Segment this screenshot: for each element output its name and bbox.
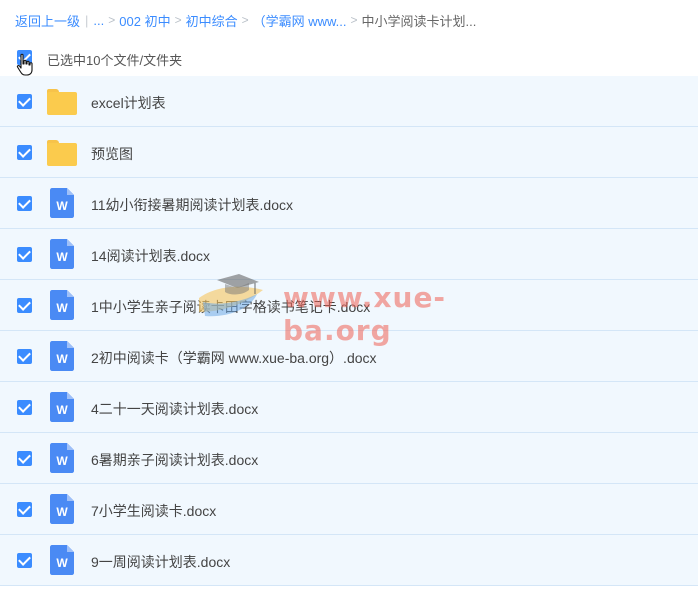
selection-bar: 已选中10个文件/文件夹 bbox=[0, 44, 698, 76]
list-item[interactable]: excel计划表 bbox=[0, 76, 698, 127]
file-name[interactable]: 11幼小衔接暑期阅读计划表.docx bbox=[91, 195, 293, 215]
breadcrumb-item[interactable]: 002 初中 bbox=[119, 11, 170, 30]
folder-icon bbox=[47, 140, 77, 166]
file-name[interactable]: 6暑期亲子阅读计划表.docx bbox=[91, 450, 258, 470]
file-checkbox[interactable] bbox=[17, 298, 32, 313]
svg-text:W: W bbox=[56, 352, 68, 366]
word-doc-icon: W bbox=[47, 494, 77, 524]
list-item[interactable]: W 4二十一天阅读计划表.docx bbox=[0, 382, 698, 433]
folder-icon bbox=[47, 89, 77, 115]
svg-text:W: W bbox=[56, 199, 68, 213]
breadcrumb: 返回上一级 | ... > 002 初中 > 初中综合 > （学霸网 www..… bbox=[15, 11, 476, 29]
word-doc-icon: W bbox=[47, 239, 77, 269]
file-name[interactable]: 7小学生阅读卡.docx bbox=[91, 501, 216, 521]
breadcrumb-divider: | bbox=[85, 12, 89, 28]
svg-text:W: W bbox=[56, 250, 68, 264]
chevron-right-icon: > bbox=[108, 13, 116, 27]
file-name[interactable]: 2初中阅读卡（学霸网 www.xue-ba.org）.docx bbox=[91, 348, 377, 368]
file-checkbox[interactable] bbox=[17, 400, 32, 415]
file-checkbox[interactable] bbox=[17, 145, 32, 160]
list-item[interactable]: W 6暑期亲子阅读计划表.docx bbox=[0, 433, 698, 484]
svg-text:W: W bbox=[56, 454, 68, 468]
breadcrumb-current: 中小学阅读卡计划... bbox=[361, 13, 477, 29]
file-name[interactable]: 4二十一天阅读计划表.docx bbox=[91, 399, 258, 419]
hand-cursor-icon bbox=[16, 53, 33, 76]
file-checkbox[interactable] bbox=[17, 94, 32, 109]
word-doc-icon: W bbox=[47, 341, 77, 371]
file-checkbox[interactable] bbox=[17, 247, 32, 262]
list-item[interactable]: W 7小学生阅读卡.docx bbox=[0, 484, 698, 535]
word-doc-icon: W bbox=[47, 290, 77, 320]
file-checkbox[interactable] bbox=[17, 553, 32, 568]
list-item[interactable]: W 1中小学生亲子阅读卡田字格读书笔记卡.docx bbox=[0, 280, 698, 331]
svg-text:W: W bbox=[56, 403, 68, 417]
back-link[interactable]: 返回上一级 bbox=[15, 11, 80, 30]
file-list: excel计划表 预览图 W 11幼小衔接暑期阅读计划表.docx W 14阅读… bbox=[0, 76, 698, 586]
file-checkbox[interactable] bbox=[17, 349, 32, 364]
chevron-right-icon: > bbox=[174, 13, 182, 27]
file-name[interactable]: 预览图 bbox=[91, 144, 133, 164]
file-name[interactable]: 1中小学生亲子阅读卡田字格读书笔记卡.docx bbox=[91, 297, 370, 317]
file-name[interactable]: 9一周阅读计划表.docx bbox=[91, 552, 230, 572]
breadcrumb-ellipsis[interactable]: ... bbox=[93, 13, 104, 28]
file-checkbox[interactable] bbox=[17, 451, 32, 466]
word-doc-icon: W bbox=[47, 392, 77, 422]
chevron-right-icon: > bbox=[241, 13, 249, 27]
breadcrumb-item[interactable]: 初中综合 bbox=[186, 11, 238, 30]
svg-text:W: W bbox=[56, 301, 68, 315]
list-item[interactable]: 预览图 bbox=[0, 127, 698, 178]
word-doc-icon: W bbox=[47, 188, 77, 218]
word-doc-icon: W bbox=[47, 443, 77, 473]
breadcrumb-item[interactable]: （学霸网 www... bbox=[253, 11, 347, 30]
file-checkbox[interactable] bbox=[17, 196, 32, 211]
file-checkbox[interactable] bbox=[17, 502, 32, 517]
file-name[interactable]: 14阅读计划表.docx bbox=[91, 246, 210, 266]
svg-text:W: W bbox=[56, 505, 68, 519]
list-item[interactable]: W 9一周阅读计划表.docx bbox=[0, 535, 698, 586]
list-item[interactable]: W 2初中阅读卡（学霸网 www.xue-ba.org）.docx bbox=[0, 331, 698, 382]
file-name[interactable]: excel计划表 bbox=[91, 93, 166, 113]
word-doc-icon: W bbox=[47, 545, 77, 575]
svg-text:W: W bbox=[56, 556, 68, 570]
selection-count-text: 已选中10个文件/文件夹 bbox=[47, 53, 183, 68]
list-item[interactable]: W 14阅读计划表.docx bbox=[0, 229, 698, 280]
list-item[interactable]: W 11幼小衔接暑期阅读计划表.docx bbox=[0, 178, 698, 229]
chevron-right-icon: > bbox=[350, 13, 358, 27]
